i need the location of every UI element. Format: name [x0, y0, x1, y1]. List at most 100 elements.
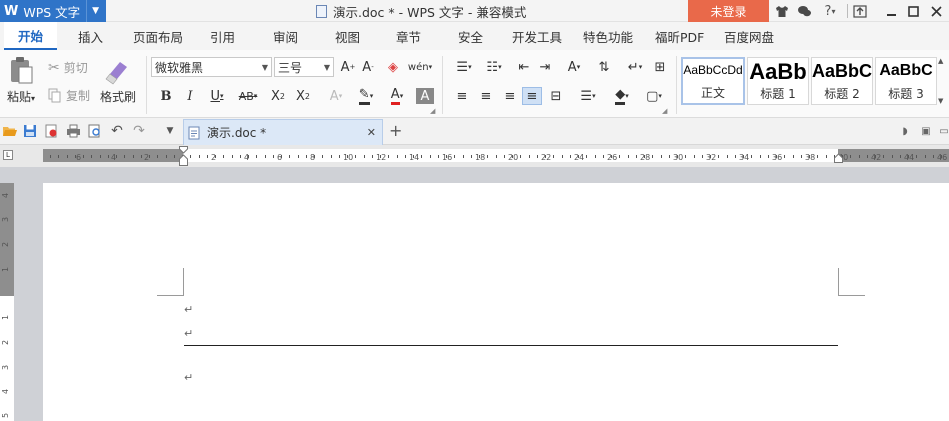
font-name-select[interactable]: 微软雅黑 ▼ [151, 57, 272, 77]
tab-chapter[interactable]: 章节 [396, 22, 421, 50]
paragraph-shading-icon[interactable]: ◆ ▾ [608, 87, 636, 105]
bullet-list-icon[interactable]: ☰ ▾ [450, 58, 478, 76]
document-page[interactable] [43, 183, 949, 421]
styles-scroll[interactable]: ▲ ▼ [938, 57, 948, 105]
superscript-icon[interactable]: X2 [268, 87, 288, 105]
tab-baidu-netdisk[interactable]: 百度网盘 [724, 22, 774, 50]
grow-font-icon[interactable]: A + [338, 58, 358, 76]
close-icon[interactable] [928, 0, 944, 22]
format-painter-button[interactable]: 格式刷 [98, 56, 138, 105]
tab-review[interactable]: 审阅 [273, 22, 298, 50]
print-icon[interactable] [65, 123, 81, 139]
full-screen-icon[interactable]: ▣ [918, 123, 934, 139]
style-heading-1[interactable]: AaBb 标题 1 [747, 57, 809, 105]
tab-stop-selector[interactable]: L [3, 150, 13, 160]
tab-view[interactable]: 视图 [335, 22, 360, 50]
align-center-icon[interactable]: ≡ [476, 87, 496, 105]
ruler-tick-label: 42 [871, 153, 882, 162]
sort-icon[interactable]: ⇅ [594, 58, 614, 76]
minimize-icon[interactable] [883, 0, 899, 22]
shirt-icon[interactable] [773, 0, 791, 22]
ruler-minor-tick [396, 155, 398, 158]
dialog-launcher-icon[interactable]: ◢ [430, 107, 435, 115]
strikethrough-icon[interactable]: AB ▾ [234, 87, 262, 105]
right-indent-marker[interactable] [834, 152, 843, 163]
tab-reference[interactable]: 引用 [210, 22, 235, 50]
view-mode-icon[interactable]: ◗ [897, 123, 913, 139]
style-heading-3[interactable]: AaBbC 标题 3 [875, 57, 937, 105]
phonetic-guide-icon[interactable]: wén ▾ [407, 58, 433, 76]
new-tab-button[interactable]: + [389, 121, 402, 140]
italic-icon[interactable]: I [180, 87, 200, 105]
line-spacing-icon[interactable]: ☰ ▾ [574, 87, 602, 105]
underline-icon[interactable]: U ▾ [204, 87, 230, 105]
copy-button[interactable]: 复制 [48, 87, 90, 104]
shrink-font-icon[interactable]: A- [358, 58, 378, 76]
decrease-indent-icon[interactable]: ⇤ [514, 58, 534, 76]
border-icon[interactable]: ▢ ▾ [640, 87, 668, 105]
indent-marker[interactable] [179, 146, 188, 166]
wps-app-menu[interactable]: W WPS 文字 ▼ [0, 0, 106, 22]
ruler-minor-tick [413, 155, 414, 158]
paste-button[interactable]: 粘贴▾ [4, 56, 38, 105]
close-tab-icon[interactable]: ✕ [367, 126, 376, 139]
tab-developer[interactable]: 开发工具 [512, 22, 562, 50]
ruler-minor-tick [314, 155, 315, 158]
ruler-minor-tick [561, 155, 563, 158]
customize-toolbar-icon[interactable]: ▼ [162, 123, 178, 139]
bold-icon[interactable]: B [156, 87, 176, 105]
upload-icon[interactable] [851, 0, 869, 22]
ruler-minor-tick [91, 155, 93, 158]
ruler-minor-tick [776, 155, 777, 158]
export-pdf-icon[interactable] [43, 123, 59, 139]
undo-icon[interactable]: ↶ [109, 123, 125, 139]
chevron-up-icon[interactable]: ▲ [938, 57, 948, 65]
save-icon[interactable] [22, 123, 38, 139]
ruler-minor-tick [792, 155, 794, 158]
increase-indent-icon[interactable]: ⇥ [535, 58, 555, 76]
redo-icon[interactable]: ↷ [131, 123, 147, 139]
align-right-icon[interactable]: ≡ [500, 87, 520, 105]
maximize-icon[interactable] [905, 0, 921, 22]
dialog-launcher-icon[interactable]: ◢ [662, 107, 667, 115]
distributed-align-icon[interactable]: ⊟ [546, 87, 566, 105]
tab-features[interactable]: 特色功能 [583, 22, 633, 50]
char-shading-icon[interactable]: A [416, 88, 434, 104]
tab-home[interactable]: 开始 [4, 22, 58, 50]
text-direction-icon[interactable]: A ▾ [560, 58, 588, 76]
text-effect-icon[interactable]: A ▾ [323, 87, 349, 105]
numbered-list-icon[interactable]: ☷ ▾ [480, 58, 508, 76]
ruler-minor-tick [677, 155, 678, 158]
chat-icon[interactable] [795, 0, 813, 22]
ruler-minor-tick [759, 155, 761, 158]
tab-security[interactable]: 安全 [458, 22, 483, 50]
ruler-minor-tick [693, 155, 695, 158]
table-icon[interactable]: ⊞ [650, 58, 670, 76]
style-normal[interactable]: AaBbCcDd 正文 [681, 57, 745, 105]
open-folder-icon[interactable] [1, 123, 17, 139]
chevron-down-icon[interactable]: ▼ [938, 97, 948, 105]
document-tab[interactable]: 演示.doc * ✕ [183, 119, 383, 145]
tab-page-layout[interactable]: 页面布局 [133, 22, 183, 50]
justify-icon[interactable]: ≡ [522, 87, 542, 105]
highlight-icon[interactable]: ✎ ▾ [352, 87, 380, 105]
ruler-minor-tick [107, 155, 109, 158]
clear-format-icon[interactable]: ◈ [383, 58, 403, 76]
tab-insert[interactable]: 插入 [78, 22, 103, 50]
align-left-icon[interactable]: ≡ [452, 87, 472, 105]
ruler-minor-tick [825, 155, 827, 158]
cut-button[interactable]: ✂ 剪切 [48, 59, 88, 76]
ruler-tick-label: 44 [904, 153, 915, 162]
ruler-minor-tick [734, 155, 736, 158]
font-color-icon[interactable]: A ▾ [384, 87, 410, 105]
print-preview-icon[interactable] [87, 123, 103, 139]
font-size-select[interactable]: 三号 ▼ [274, 57, 334, 77]
subscript-icon[interactable]: X2 [293, 87, 313, 105]
tab-foxit-pdf[interactable]: 福昕PDF [655, 22, 704, 50]
login-button[interactable]: 未登录 [688, 0, 769, 22]
restore-window-icon[interactable]: ▭ [936, 123, 949, 139]
style-heading-2[interactable]: AaBbC 标题 2 [811, 57, 873, 105]
help-icon[interactable]: ? ▾ [819, 0, 841, 22]
chevron-down-icon[interactable]: ▼ [86, 0, 99, 22]
paragraph-mark-icon[interactable]: ↵ ▾ [622, 58, 648, 76]
